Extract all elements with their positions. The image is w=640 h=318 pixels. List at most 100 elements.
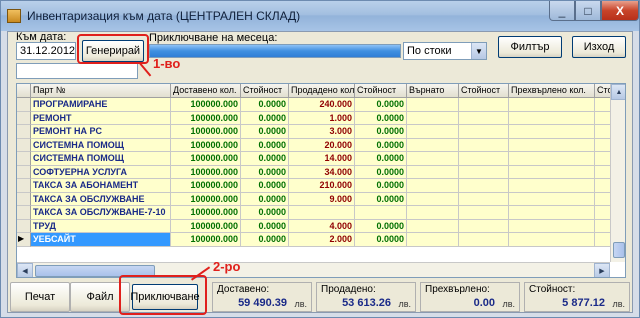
cell-empty[interactable]	[459, 206, 509, 220]
cell-dval[interactable]: 0.0000	[241, 192, 289, 206]
cell-empty[interactable]	[407, 192, 459, 206]
cell-empty[interactable]	[509, 125, 595, 139]
table-row[interactable]: ▶ УЕБСАЙТ 100000.000 0.0000 2.000 0.0000	[17, 233, 625, 247]
cell-delivered[interactable]: 100000.000	[171, 152, 241, 166]
cell-sval[interactable]: 0.0000	[355, 179, 407, 193]
cell-sval[interactable]: 0.0000	[355, 125, 407, 139]
filter-input[interactable]	[16, 63, 138, 79]
cell-empty[interactable]	[459, 192, 509, 206]
cell-dval[interactable]: 0.0000	[241, 138, 289, 152]
cell-empty[interactable]	[509, 98, 595, 112]
cell-sold[interactable]: 34.000	[289, 165, 355, 179]
cell-name[interactable]: РЕМОНТ НА PC	[31, 125, 171, 139]
table-row[interactable]: СИСТЕМНА ПОМОЩ 100000.000 0.0000 14.000 0.00…	[17, 152, 625, 166]
cell-sval[interactable]: 0.0000	[355, 233, 407, 247]
minimize-button[interactable]: _	[549, 1, 575, 21]
cell-name[interactable]: СОФТУЕРНА УСЛУГА	[31, 165, 171, 179]
scroll-left-icon[interactable]: ◀	[17, 263, 33, 277]
cell-delivered[interactable]: 100000.000	[171, 192, 241, 206]
row-indicator[interactable]	[17, 125, 31, 139]
cell-delivered[interactable]: 100000.000	[171, 98, 241, 112]
cell-sold[interactable]: 14.000	[289, 152, 355, 166]
cell-empty[interactable]	[407, 98, 459, 112]
cell-sold[interactable]: 20.000	[289, 138, 355, 152]
cell-sval[interactable]: 0.0000	[355, 98, 407, 112]
cell-sold[interactable]: 210.000	[289, 179, 355, 193]
cell-empty[interactable]	[509, 206, 595, 220]
title-bar[interactable]: Инвентаризация към дата (ЦЕНТРАЛЕН СКЛАД…	[1, 1, 639, 31]
cell-empty[interactable]	[407, 206, 459, 220]
row-indicator[interactable]	[17, 219, 31, 233]
cell-empty[interactable]	[407, 165, 459, 179]
cell-delivered[interactable]: 100000.000	[171, 206, 241, 220]
cell-dval[interactable]: 0.0000	[241, 165, 289, 179]
cell-empty[interactable]	[407, 125, 459, 139]
row-indicator[interactable]	[17, 111, 31, 125]
cell-empty[interactable]	[509, 111, 595, 125]
cell-sold[interactable]: 3.000	[289, 125, 355, 139]
cell-sval[interactable]: 0.0000	[355, 219, 407, 233]
column-header[interactable]: Продадено кол.	[289, 84, 355, 98]
cell-empty[interactable]	[509, 219, 595, 233]
cell-dval[interactable]: 0.0000	[241, 125, 289, 139]
cell-empty[interactable]	[459, 179, 509, 193]
group-select[interactable]: По стоки ▼	[403, 42, 487, 60]
cell-name[interactable]: УЕБСАЙТ	[31, 233, 171, 247]
cell-sval[interactable]: 0.0000	[355, 165, 407, 179]
cell-empty[interactable]	[407, 219, 459, 233]
cell-name[interactable]: РЕМОНТ	[31, 111, 171, 125]
cell-dval[interactable]: 0.0000	[241, 152, 289, 166]
vertical-scrollbar[interactable]: ▲	[610, 84, 625, 262]
cell-sold[interactable]: 1.000	[289, 111, 355, 125]
cell-empty[interactable]	[459, 233, 509, 247]
table-row[interactable]: СИСТЕМНА ПОМОЩ 100000.000 0.0000 20.000 0.00…	[17, 138, 625, 152]
cell-name[interactable]: ТРУД	[31, 219, 171, 233]
cell-empty[interactable]	[509, 192, 595, 206]
cell-sval[interactable]: 0.0000	[355, 152, 407, 166]
column-header[interactable]: Доставено кол.	[171, 84, 241, 98]
row-indicator[interactable]	[17, 165, 31, 179]
filter-button[interactable]: Филтър	[498, 36, 562, 58]
print-button[interactable]: Печат	[10, 282, 70, 312]
maximize-button[interactable]: □	[575, 1, 601, 21]
cell-empty[interactable]	[407, 138, 459, 152]
vertical-scroll-thumb[interactable]	[613, 242, 625, 258]
cell-sold[interactable]: 9.000	[289, 192, 355, 206]
cell-sold[interactable]: 4.000	[289, 219, 355, 233]
cell-empty[interactable]	[407, 233, 459, 247]
cell-delivered[interactable]: 100000.000	[171, 165, 241, 179]
table-row[interactable]: ТАКСА ЗА ОБСЛУЖВАНЕ-7-10 100000.000 0.0000	[17, 206, 625, 220]
cell-dval[interactable]: 0.0000	[241, 111, 289, 125]
cell-empty[interactable]	[459, 138, 509, 152]
table-row[interactable]: ТРУД 100000.000 0.0000 4.000 0.0000	[17, 219, 625, 233]
cell-empty[interactable]	[509, 138, 595, 152]
cell-name[interactable]: СИСТЕМНА ПОМОЩ	[31, 138, 171, 152]
scroll-right-icon[interactable]: ▶	[594, 263, 610, 277]
cell-empty[interactable]	[407, 152, 459, 166]
scroll-up-icon[interactable]: ▲	[611, 84, 625, 100]
cell-sold[interactable]: 2.000	[289, 233, 355, 247]
cell-sval[interactable]	[355, 206, 407, 220]
cell-sval[interactable]: 0.0000	[355, 192, 407, 206]
inventory-grid[interactable]: Парт № Доставено кол. Стойност Продадено ко…	[16, 83, 626, 278]
column-header[interactable]: Стойност	[355, 84, 407, 98]
column-header[interactable]: Стойност	[459, 84, 509, 98]
table-row[interactable]: ТАКСА ЗА ОБСЛУЖВАНЕ 100000.000 0.0000 9.000…	[17, 192, 625, 206]
row-indicator[interactable]	[17, 152, 31, 166]
cell-empty[interactable]	[407, 179, 459, 193]
row-indicator[interactable]	[17, 192, 31, 206]
horizontal-scrollbar[interactable]: ◀ ▶	[17, 262, 610, 277]
cell-dval[interactable]: 0.0000	[241, 98, 289, 112]
column-header[interactable]: Стойност	[241, 84, 289, 98]
table-row[interactable]: РЕМОНТ НА PC 100000.000 0.0000 3.000 0.0000	[17, 125, 625, 139]
cell-empty[interactable]	[509, 233, 595, 247]
cell-name[interactable]: ТАКСА ЗА АБОНАМЕНТ	[31, 179, 171, 193]
cell-dval[interactable]: 0.0000	[241, 179, 289, 193]
column-header[interactable]: Парт №	[31, 84, 171, 98]
row-indicator[interactable]	[17, 179, 31, 193]
cell-empty[interactable]	[509, 179, 595, 193]
cell-sold[interactable]: 240.000	[289, 98, 355, 112]
cell-empty[interactable]	[459, 219, 509, 233]
cell-name[interactable]: ТАКСА ЗА ОБСЛУЖВАНЕ-7-10	[31, 206, 171, 220]
cell-sold[interactable]	[289, 206, 355, 220]
